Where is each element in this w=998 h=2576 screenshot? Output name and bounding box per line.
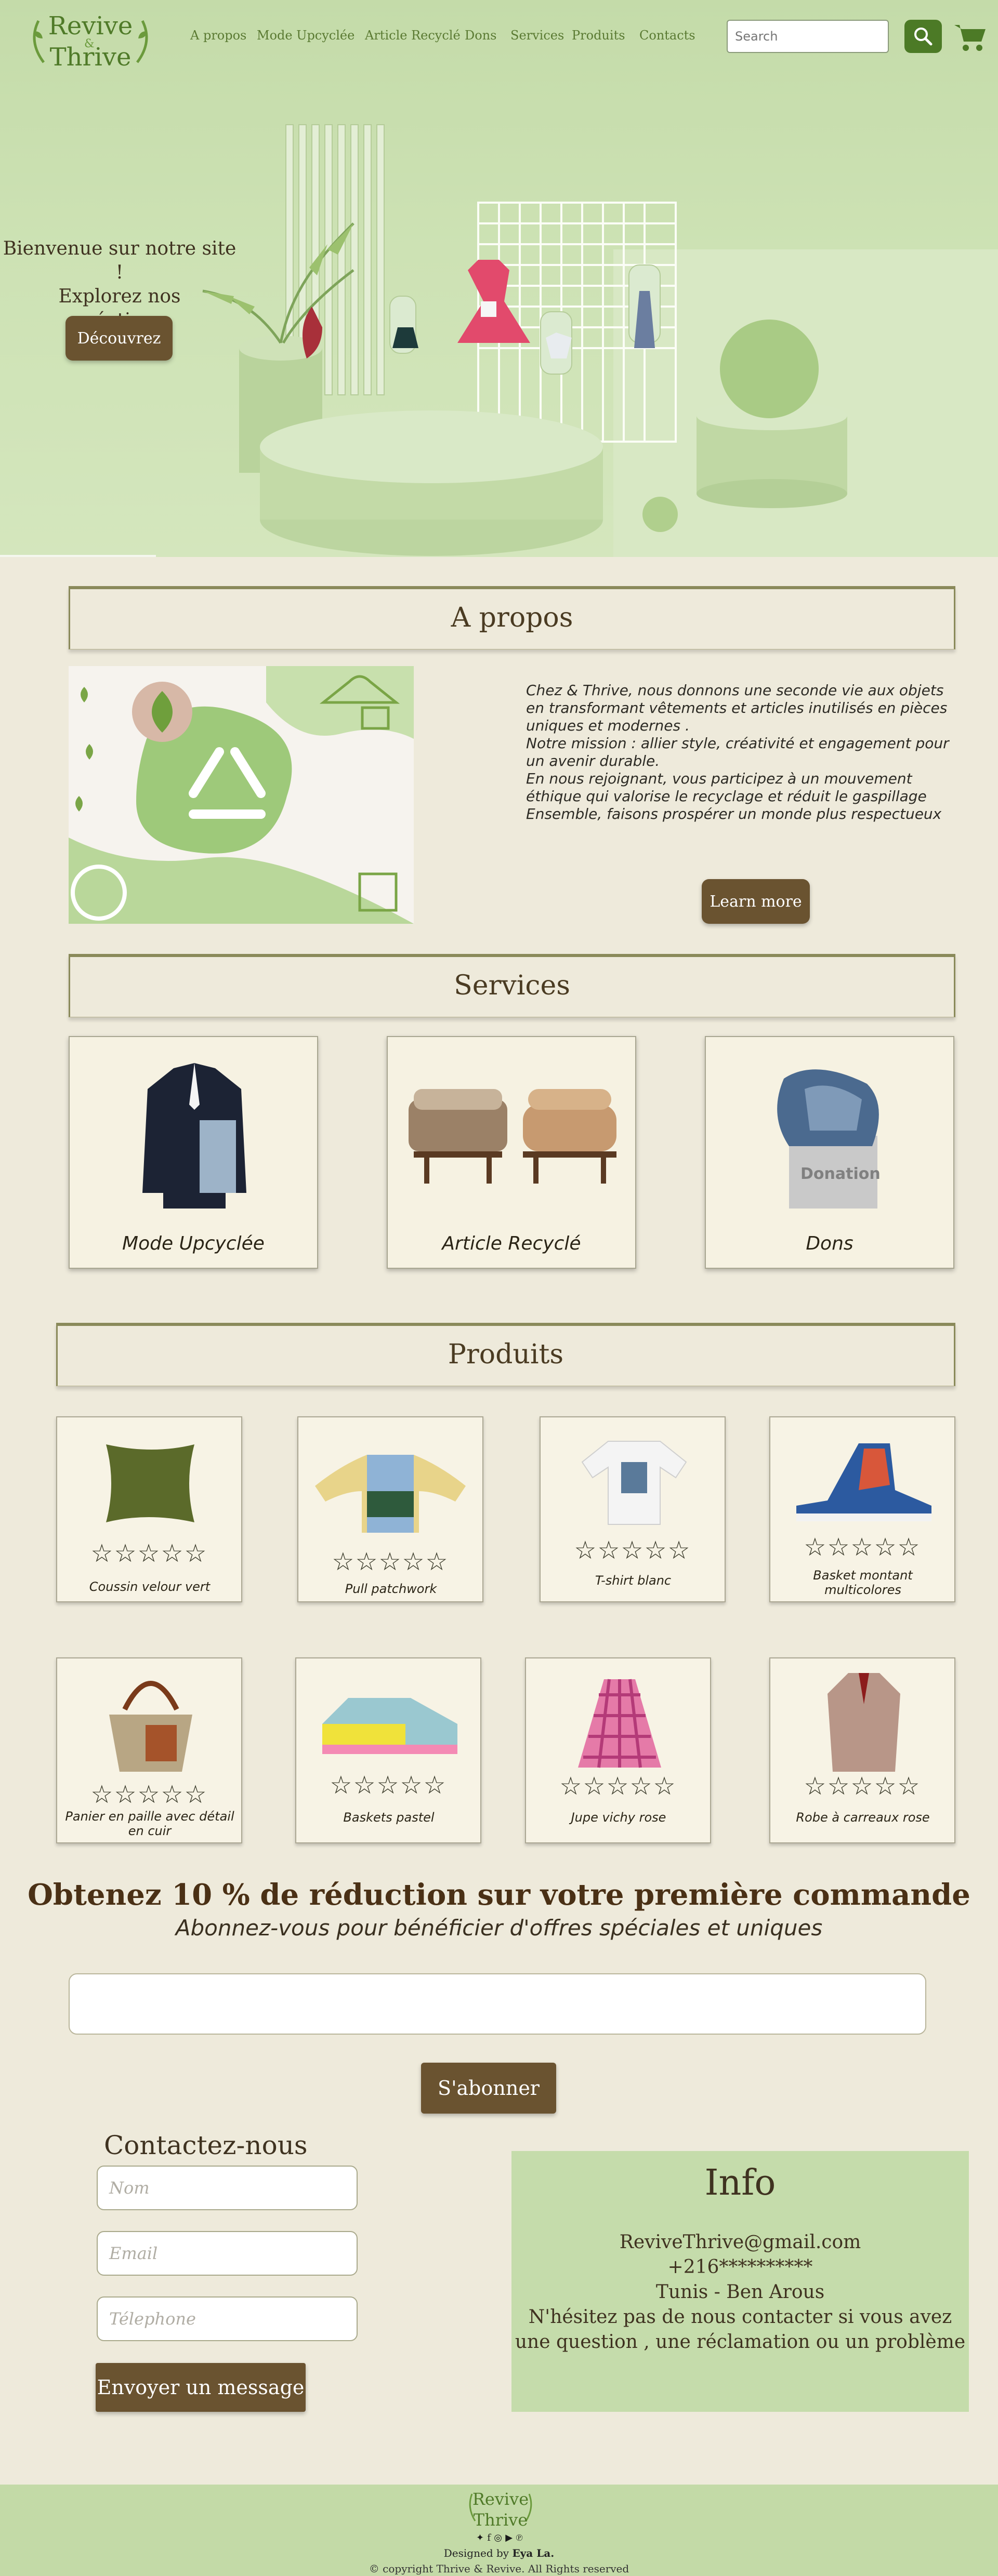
pastel-sneaker-image	[322, 1698, 457, 1754]
cushion-image	[106, 1444, 194, 1522]
designed-by-label: Designed by	[443, 2547, 509, 2559]
sweater-image	[315, 1455, 466, 1533]
product-card-plaid-dress[interactable]: ☆☆☆☆☆ Robe à carreaux rose	[769, 1657, 955, 1843]
product-card-gingham-skirt[interactable]: ☆☆☆☆☆ Jupe vichy rose	[525, 1657, 711, 1843]
designer-name: Eya La.	[512, 2547, 555, 2559]
hero-illustration	[202, 124, 847, 556]
hero-divider	[0, 555, 156, 557]
email-field[interactable]: Email	[97, 2231, 358, 2276]
pinterest-icon[interactable]: ℗	[516, 2532, 523, 2543]
product-card-sneaker-high[interactable]: ☆☆☆☆☆ Basket montant multicolores	[769, 1416, 955, 1602]
product-name: T-shirt blanc	[595, 1573, 672, 1588]
promo-subtitle: Abonnez-vous pour bénéficier d'offres sp…	[175, 1915, 823, 1941]
product-card-cushion[interactable]: ☆☆☆☆☆ Coussin velour vert	[56, 1416, 242, 1602]
donation-box-image	[777, 1069, 879, 1209]
nav-article-recycle[interactable]: Article Recyclé	[365, 28, 461, 43]
search-icon	[914, 28, 933, 46]
footer: Revive Thrive ✦ f ◎ ▶ ℗ Designed by Eya …	[0, 2485, 998, 2576]
contact-title: Contactez-nous	[104, 2130, 308, 2160]
hero-welcome-line2: Explorez nos	[58, 286, 181, 307]
basket-image	[109, 1681, 192, 1772]
rating-stars[interactable]: ☆☆☆☆☆	[770, 1535, 954, 1560]
newsletter-email-input[interactable]	[69, 1973, 926, 2035]
twitter-icon[interactable]: ✦	[476, 2532, 484, 2543]
info-email[interactable]: ReviveThrive@gmail.com	[511, 2230, 969, 2255]
nav-produits[interactable]: Produits	[572, 28, 625, 43]
nav-dons[interactable]: Dons	[465, 28, 496, 43]
footer-designed-by: Designed by Eya La.	[0, 2547, 998, 2559]
product-name: Baskets pastel	[343, 1810, 435, 1825]
product-name: Panier en paille avec détail en cuir	[65, 1809, 234, 1838]
cart-icon[interactable]	[953, 22, 987, 53]
product-name: Robe à carreaux rose	[796, 1810, 930, 1825]
logo-word-thrive: Thrive	[49, 43, 132, 72]
service-card-upcycle[interactable]: Mode Upcyclée	[69, 1036, 318, 1269]
about-text: Chez & Thrive, nous donnons une seconde …	[526, 682, 949, 822]
sneaker-image	[796, 1443, 931, 1521]
search-input[interactable]	[727, 20, 889, 53]
social-links: ✦ f ◎ ▶ ℗	[476, 2532, 523, 2543]
products-heading: Produits	[56, 1323, 955, 1386]
learn-more-button[interactable]: Learn more	[702, 879, 810, 924]
phone-field[interactable]: Télephone	[97, 2296, 358, 2341]
service-card-recycled[interactable]: Article Recyclé	[387, 1036, 636, 1269]
send-message-button[interactable]: Envoyer un message	[96, 2363, 306, 2412]
product-name: Pull patchwork	[345, 1582, 437, 1596]
logo-word-revive: Revive	[48, 11, 133, 41]
info-panel: Info ReviveThrive@gmail.com +216********…	[511, 2151, 969, 2412]
footer-logo-word-revive: Revive	[472, 2489, 529, 2509]
product-name: Basket montant multicolores	[813, 1568, 913, 1597]
donation-box-text: Donation	[800, 1165, 881, 1183]
skirt-image	[578, 1679, 661, 1768]
hero-welcome-line1: Bienvenue sur notre site !	[3, 238, 237, 283]
footer-logo[interactable]: Revive Thrive	[466, 2489, 535, 2530]
about-heading: A propos	[69, 586, 955, 649]
info-note-line2: une question , une réclamation ou un pro…	[515, 2331, 966, 2353]
tshirt-image	[581, 1441, 687, 1525]
promo-title: Obtenez 10 % de réduction sur votre prem…	[28, 1878, 970, 1912]
rating-stars[interactable]: ☆☆☆☆☆	[770, 1774, 954, 1799]
product-name: Jupe vichy rose	[571, 1810, 666, 1825]
rating-stars[interactable]: ☆☆☆☆☆	[296, 1773, 480, 1798]
info-title: Info	[704, 2162, 776, 2203]
subscribe-button[interactable]: S'abonner	[421, 2063, 556, 2114]
discover-button[interactable]: Découvrez	[65, 316, 173, 361]
product-card-straw-basket[interactable]: ☆☆☆☆☆ Panier en paille avec détail en cu…	[56, 1657, 242, 1843]
rating-stars[interactable]: ☆☆☆☆☆	[57, 1541, 241, 1566]
recycle-illustration	[69, 666, 414, 924]
service-label-recycled: Article Recyclé	[442, 1233, 581, 1254]
info-address: Tunis - Ben Arous	[655, 2281, 825, 2303]
stacked-fabric-image	[409, 1089, 616, 1184]
info-phone: +216**********	[667, 2256, 813, 2278]
product-card-patchwork-sweater[interactable]: ☆☆☆☆☆ Pull patchwork	[297, 1416, 483, 1602]
services-heading: Services	[69, 954, 955, 1017]
site-logo[interactable]: Revive & Thrive	[23, 10, 158, 78]
search-button[interactable]	[904, 20, 942, 53]
rating-stars[interactable]: ☆☆☆☆☆	[526, 1774, 710, 1799]
rating-stars[interactable]: ☆☆☆☆☆	[298, 1549, 482, 1574]
nav-services[interactable]: Services	[510, 28, 564, 43]
product-card-tshirt[interactable]: ☆☆☆☆☆ T-shirt blanc	[540, 1416, 726, 1602]
jacket-image	[142, 1063, 246, 1209]
product-card-pastel-sneakers[interactable]: ☆☆☆☆☆ Baskets pastel	[295, 1657, 481, 1843]
instagram-icon[interactable]: ◎	[494, 2532, 502, 2543]
name-field[interactable]: Nom	[97, 2166, 358, 2210]
service-label-donation: Dons	[806, 1233, 853, 1254]
service-label-upcycle: Mode Upcyclée	[122, 1233, 265, 1254]
rating-stars[interactable]: ☆☆☆☆☆	[57, 1782, 241, 1807]
nav-a-propos[interactable]: A propos	[190, 28, 246, 43]
nav-contacts[interactable]: Contacts	[639, 28, 695, 43]
footer-logo-word-thrive: Thrive	[473, 2510, 528, 2530]
footer-copyright: © copyright Thrive & Revive. All Rights …	[369, 2562, 629, 2575]
plaid-dress-image	[828, 1673, 900, 1772]
info-note-line1: N'hésitez pas de nous contacter si vous …	[528, 2306, 952, 2328]
youtube-icon[interactable]: ▶	[505, 2532, 513, 2543]
facebook-icon[interactable]: f	[487, 2532, 491, 2543]
nav-mode-upcyclee[interactable]: Mode Upcyclée	[257, 28, 354, 43]
rating-stars[interactable]: ☆☆☆☆☆	[541, 1538, 725, 1563]
service-card-donation[interactable]: Donation Dons	[705, 1036, 954, 1269]
product-name: Coussin velour vert	[89, 1579, 211, 1594]
